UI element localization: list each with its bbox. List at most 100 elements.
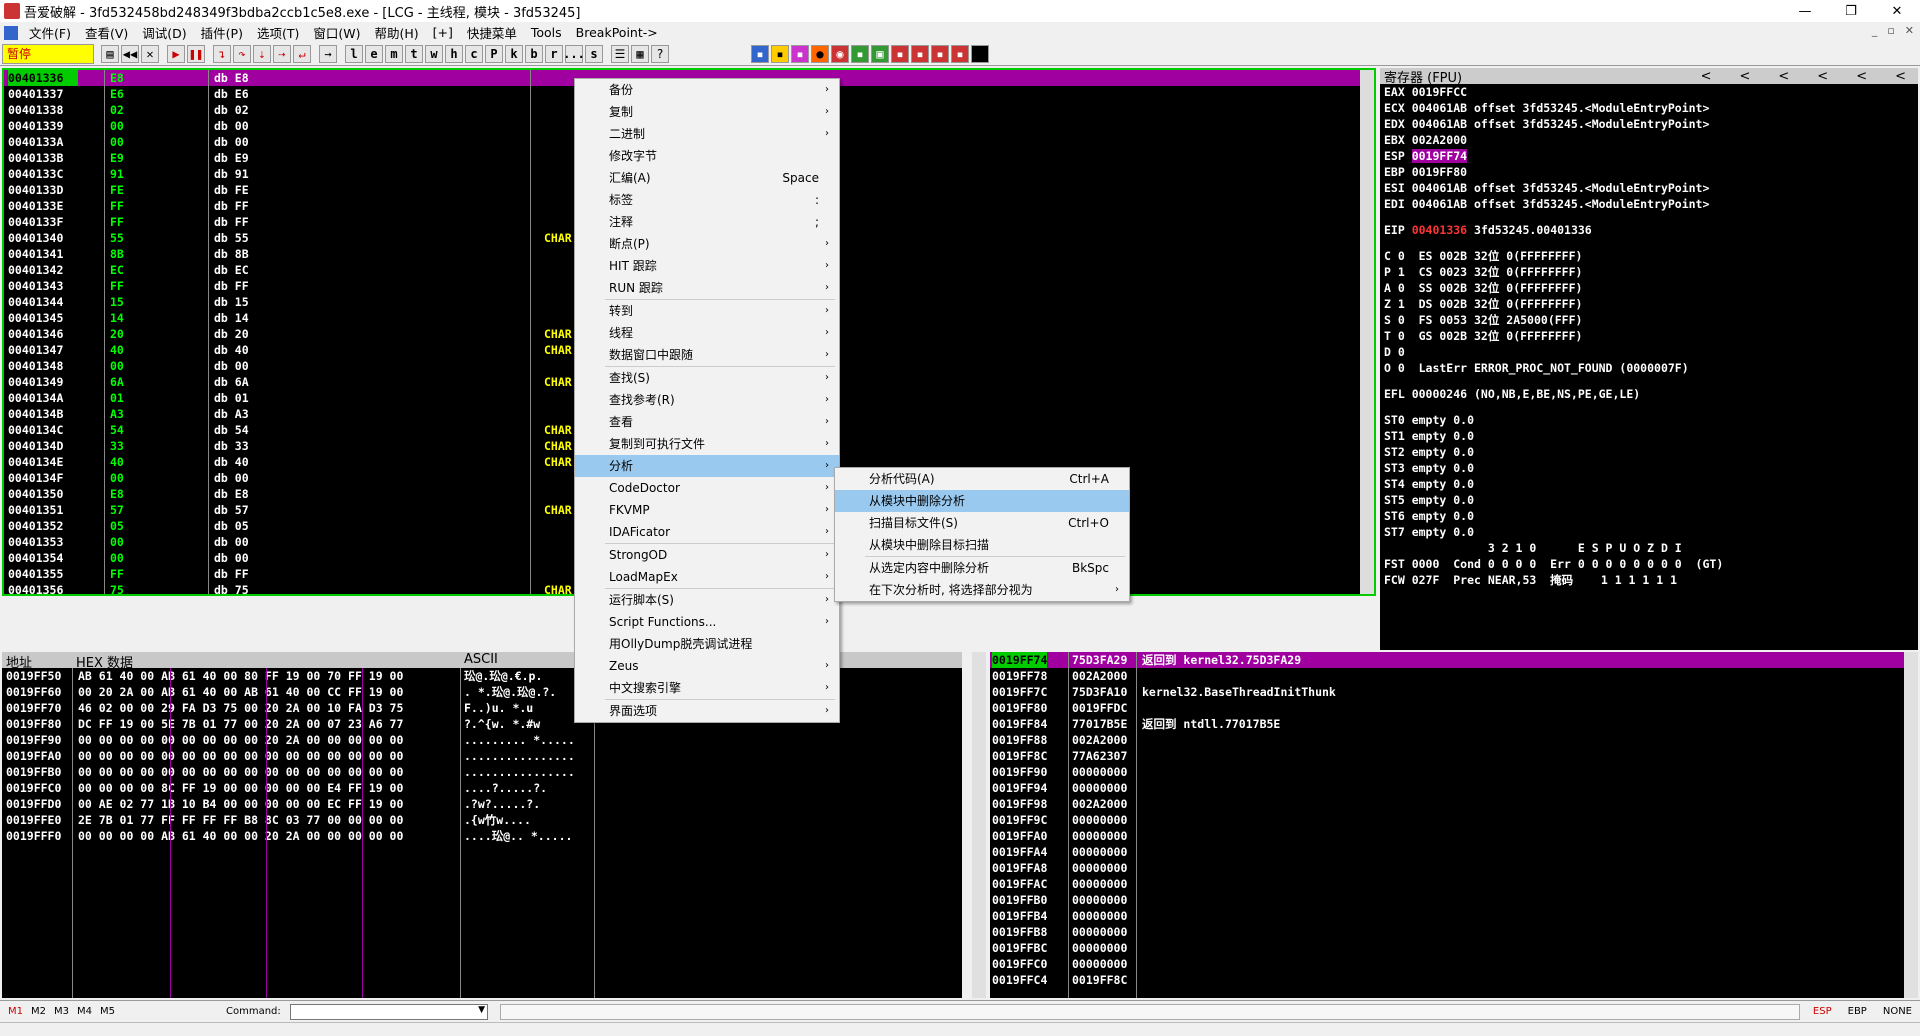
register-line[interactable]: ST4 empty 0.0 [1380, 476, 1918, 492]
toolbar-window-button-5[interactable]: h [445, 45, 463, 63]
toolbar-window-button-1[interactable]: e [365, 45, 383, 63]
context-menu-item[interactable]: FKVMP › [575, 499, 839, 521]
plugin-icon-3[interactable]: ▪ [791, 45, 809, 63]
register-line[interactable]: EBP 0019FF80 [1380, 164, 1918, 180]
stack-row[interactable]: 0019FF94 00000000 [990, 780, 1918, 796]
stack-row[interactable]: 0019FF90 00000000 [990, 764, 1918, 780]
toolbar-window-button-4[interactable]: w [425, 45, 443, 63]
dump-row[interactable]: 0019FFF0 00 00 00 00 AB 61 40 00 00 20 2A… [2, 828, 962, 844]
options-icon[interactable]: ▦ [631, 45, 649, 63]
plugin-icon-11[interactable]: ▪ [951, 45, 969, 63]
register-nav-arrow[interactable]: < [1895, 69, 1906, 84]
register-line[interactable]: EDI 004061AB offset 3fd53245.<ModuleEntr… [1380, 196, 1918, 212]
stack-row[interactable]: 0019FF9C 00000000 [990, 812, 1918, 828]
register-line[interactable] [1380, 402, 1918, 412]
dump-row[interactable]: 0019FF90 00 00 00 00 00 00 00 00 00 20 2A… [2, 732, 962, 748]
register-line[interactable]: EDX 004061AB offset 3fd53245.<ModuleEntr… [1380, 116, 1918, 132]
open-icon[interactable]: ▤ [101, 45, 119, 63]
mark-button-4[interactable]: M4 [77, 1006, 92, 1017]
menu-item-0[interactable]: 文件(F) [22, 23, 78, 42]
stack-row[interactable]: 0019FFA8 00000000 [990, 860, 1918, 876]
bottom-right-none[interactable]: NONE [1883, 1006, 1912, 1017]
context-menu-item[interactable]: Script Functions... › [575, 611, 839, 633]
context-menu-item[interactable]: 用OllyDump脱壳调试进程 [575, 633, 839, 655]
plugin-icon-4[interactable]: ● [811, 45, 829, 63]
toolbar-window-button-10[interactable]: r [545, 45, 563, 63]
step-over-icon[interactable]: ↷ [233, 45, 251, 63]
run-icon[interactable]: ▶ [167, 45, 185, 63]
register-line[interactable]: EBX 002A2000 [1380, 132, 1918, 148]
stack-row[interactable]: 0019FF74 75D3FA29 返回到 kernel32.75D3FA29 [990, 652, 1918, 668]
register-line[interactable]: 3 2 1 0 E S P U O Z D I [1380, 540, 1918, 556]
stack-row[interactable]: 0019FF98 002A2000 [990, 796, 1918, 812]
chevron-down-icon[interactable]: ▼ [478, 1005, 485, 1015]
context-menu-item[interactable]: 复制 › [575, 101, 839, 123]
context-menu-item[interactable]: CodeDoctor › [575, 477, 839, 499]
register-nav-arrow[interactable]: < [1817, 69, 1828, 84]
toolbar-window-button-6[interactable]: c [465, 45, 483, 63]
close-icon[interactable]: ✕ [141, 45, 159, 63]
register-nav-arrow[interactable]: < [1701, 69, 1712, 84]
context-menu-item[interactable]: StrongOD › [575, 544, 839, 566]
register-line[interactable]: C 0 ES 002B 32位 0(FFFFFFFF) [1380, 248, 1918, 264]
menu-item-5[interactable]: 窗口(W) [306, 23, 367, 42]
dump-scrollbar[interactable] [972, 652, 986, 998]
register-line[interactable]: D 0 [1380, 344, 1918, 360]
context-menu-item[interactable]: 二进制 › [575, 123, 839, 145]
register-line[interactable]: ST1 empty 0.0 [1380, 428, 1918, 444]
menu-item-6[interactable]: 帮助(H) [367, 23, 425, 42]
menu-item-8[interactable]: 快捷菜单 [460, 23, 524, 42]
register-line[interactable]: ST3 empty 0.0 [1380, 460, 1918, 476]
plugin-icon-10[interactable]: ▪ [931, 45, 949, 63]
plugin-icon-5[interactable]: ◉ [831, 45, 849, 63]
register-line[interactable]: ESI 004061AB offset 3fd53245.<ModuleEntr… [1380, 180, 1918, 196]
register-line[interactable]: FCW 027F Prec NEAR,53 掩码 1 1 1 1 1 1 [1380, 572, 1918, 588]
context-menu-item[interactable]: IDAFicator › [575, 521, 839, 543]
toolbar-window-button-7[interactable]: P [485, 45, 503, 63]
menu-item-3[interactable]: 插件(P) [194, 23, 250, 42]
mdi-minimize-button[interactable]: _ [1872, 24, 1878, 37]
plugin-icon-2[interactable]: ▪ [771, 45, 789, 63]
submenu-item[interactable]: 在下次分析时, 将选择部分视为 › [835, 579, 1129, 601]
menu-item-7[interactable]: [+] [426, 25, 460, 40]
context-menu-item[interactable]: RUN 跟踪 › [575, 277, 839, 299]
goto-icon[interactable]: → [319, 45, 337, 63]
submenu-item[interactable]: 从模块中删除分析 [835, 490, 1129, 512]
plugin-icon-6[interactable]: ▪ [851, 45, 869, 63]
dump-row[interactable]: 0019FFC0 00 00 00 00 8C FF 19 00 00 00 00… [2, 780, 962, 796]
mark-button-2[interactable]: M2 [31, 1006, 46, 1017]
context-menu-item[interactable]: 查找(S) › [575, 367, 839, 389]
bottom-right-ebp[interactable]: EBP [1848, 1006, 1867, 1017]
register-line[interactable]: EAX 0019FFCC [1380, 84, 1918, 100]
register-eip[interactable]: EIP 00401336 3fd53245.00401336 [1380, 222, 1918, 238]
register-line[interactable]: P 1 CS 0023 32位 0(FFFFFFFF) [1380, 264, 1918, 280]
context-menu-item[interactable]: 复制到可执行文件 › [575, 433, 839, 455]
context-menu-item[interactable]: 查找参考(R) › [575, 389, 839, 411]
maximize-button[interactable]: ❐ [1828, 0, 1874, 22]
context-menu-item[interactable]: LoadMapEx › [575, 566, 839, 588]
mark-button-1[interactable]: M1 [8, 1006, 23, 1017]
submenu-item[interactable]: 从模块中删除目标扫描 [835, 534, 1129, 556]
list-icon[interactable]: ☰ [611, 45, 629, 63]
register-line[interactable]: ST0 empty 0.0 [1380, 412, 1918, 428]
register-line[interactable]: ST6 empty 0.0 [1380, 508, 1918, 524]
help-icon[interactable]: ? [651, 45, 669, 63]
restart-icon[interactable]: ◀◀ [121, 45, 139, 63]
register-line[interactable]: Z 1 DS 002B 32位 0(FFFFFFFF) [1380, 296, 1918, 312]
stack-row[interactable]: 0019FFB8 00000000 [990, 924, 1918, 940]
toolbar-window-button-11[interactable]: ... [565, 45, 583, 63]
context-menu-item[interactable]: 转到 › [575, 300, 839, 322]
stack-row[interactable]: 0019FFBC 00000000 [990, 940, 1918, 956]
plugin-icon-12[interactable] [971, 45, 989, 63]
menu-item-4[interactable]: 选项(T) [250, 23, 306, 42]
register-line[interactable]: O 0 LastErr ERROR_PROC_NOT_FOUND (000000… [1380, 360, 1918, 376]
register-esp[interactable]: ESP 0019FF74 [1380, 148, 1918, 164]
trace-over-icon[interactable]: ⇢ [273, 45, 291, 63]
stack-row[interactable]: 0019FF84 77017B5E 返回到 ntdll.77017B5E [990, 716, 1918, 732]
menu-item-9[interactable]: Tools [524, 25, 569, 40]
register-line[interactable]: A 0 SS 002B 32位 0(FFFFFFFF) [1380, 280, 1918, 296]
stack-row[interactable]: 0019FFAC 00000000 [990, 876, 1918, 892]
stack-row[interactable]: 0019FF8C 77A62307 [990, 748, 1918, 764]
context-menu-item[interactable]: 线程 › [575, 322, 839, 344]
dump-row[interactable]: 0019FFE0 2E 7B 01 77 FF FF FF FF B8 8C 03… [2, 812, 962, 828]
